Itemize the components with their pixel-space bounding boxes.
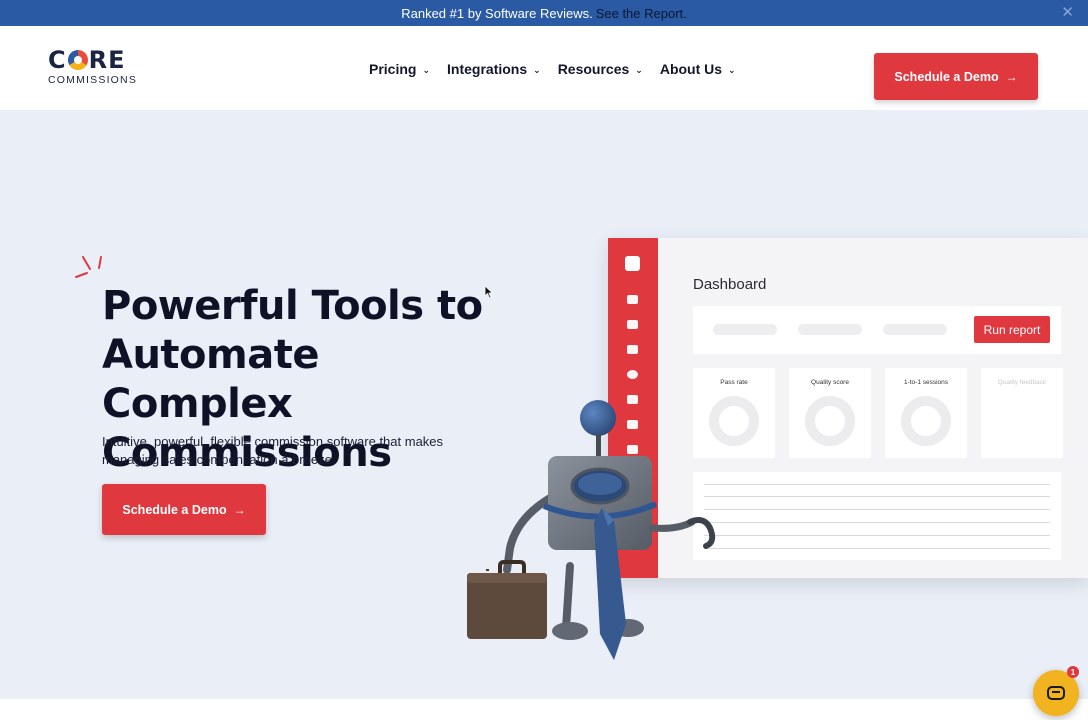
chevron-down-icon: ⌄	[533, 64, 541, 75]
chevron-down-icon: ⌄	[422, 64, 431, 75]
app-logo-icon	[625, 256, 640, 271]
sparkle-decoration-icon	[75, 256, 102, 278]
donut-chart	[805, 396, 855, 446]
nav-item-resources[interactable]: Resources ⌄	[558, 61, 643, 77]
notification-badge: 1	[1067, 666, 1079, 678]
nav-item-label: About Us	[659, 61, 723, 77]
logo-mark-icon	[67, 50, 88, 70]
filter-placeholder	[713, 324, 777, 335]
header-schedule-demo-button[interactable]: Schedule a Demo →	[874, 53, 1038, 100]
metric-card: 1-to-1 sessions	[885, 368, 967, 458]
see-report-link[interactable]: See the Report.	[596, 6, 687, 21]
mouse-cursor-icon	[484, 285, 494, 299]
nav-item-about-us[interactable]: About Us ⌄	[660, 61, 736, 77]
chevron-down-icon: ⌄	[728, 64, 736, 75]
nav-item-integrations[interactable]: Integrations ⌄	[447, 61, 541, 77]
logo-word-right: RE	[88, 46, 126, 74]
dashboard-title: Dashboard	[693, 276, 767, 293]
next-section-edge	[0, 699, 1088, 720]
filter-placeholder	[883, 324, 947, 335]
logo-wordmark: C RE	[48, 48, 148, 72]
nav-item-label: Pricing	[369, 61, 417, 77]
pie-chart-icon	[627, 370, 638, 379]
site-header: C RE COMMISSIONS Pricing ⌄ Integrations …	[0, 26, 1088, 110]
hero-schedule-demo-button[interactable]: Schedule a Demo →	[102, 484, 266, 535]
hero-title-line: Automate Complex	[102, 332, 319, 427]
table-line	[704, 535, 1050, 536]
metric-card: Quality score	[789, 368, 871, 458]
table-line	[704, 484, 1050, 485]
hero-title-line: Powerful Tools to	[102, 283, 483, 329]
nav-item-label: Integrations	[447, 61, 528, 77]
hero-subtitle: Intuitive, powerful, flexible commission…	[102, 434, 444, 467]
nav-item-pricing[interactable]: Pricing ⌄	[369, 61, 430, 77]
announcement-bar: Ranked #1 by Software Reviews. See the R…	[0, 0, 1088, 26]
button-label: Schedule a Demo	[894, 69, 999, 84]
core-commissions-logo[interactable]: C RE COMMISSIONS	[48, 48, 148, 88]
table-line	[704, 522, 1050, 523]
main-nav: Pricing ⌄ Integrations ⌄ Resources ⌄ Abo…	[369, 61, 753, 77]
chevron-down-icon: ⌄	[635, 64, 643, 75]
checkbox-icon	[627, 345, 638, 354]
metric-label: Quality feedback	[997, 379, 1047, 386]
metric-label: Quality score	[811, 379, 849, 386]
metric-label: 1-to-1 sessions	[903, 379, 949, 386]
chat-bubble-icon	[1047, 686, 1065, 700]
metric-label: Pass rate	[720, 379, 748, 386]
run-report-button: Run report	[974, 316, 1050, 343]
button-label: Schedule a Demo	[122, 502, 227, 517]
logo-subtitle: COMMISSIONS	[48, 74, 138, 86]
table-line	[704, 548, 1050, 549]
nav-item-label: Resources	[557, 61, 630, 77]
announcement-text: Ranked #1 by Software Reviews.	[401, 5, 593, 21]
metric-card: Quality feedback	[981, 368, 1063, 458]
filter-placeholder	[798, 324, 862, 335]
table-panel	[693, 472, 1061, 560]
donut-chart	[901, 396, 951, 446]
robot-mascot-illustration	[467, 400, 716, 660]
logo-word-left: C	[48, 46, 67, 74]
home-icon	[627, 295, 638, 304]
arrow-right-icon: →	[233, 502, 246, 517]
table-line	[704, 509, 1050, 510]
chat-icon	[627, 320, 638, 329]
table-line	[704, 496, 1050, 497]
close-icon[interactable]: ✕	[1061, 3, 1074, 21]
arrow-right-icon: →	[1005, 69, 1018, 84]
